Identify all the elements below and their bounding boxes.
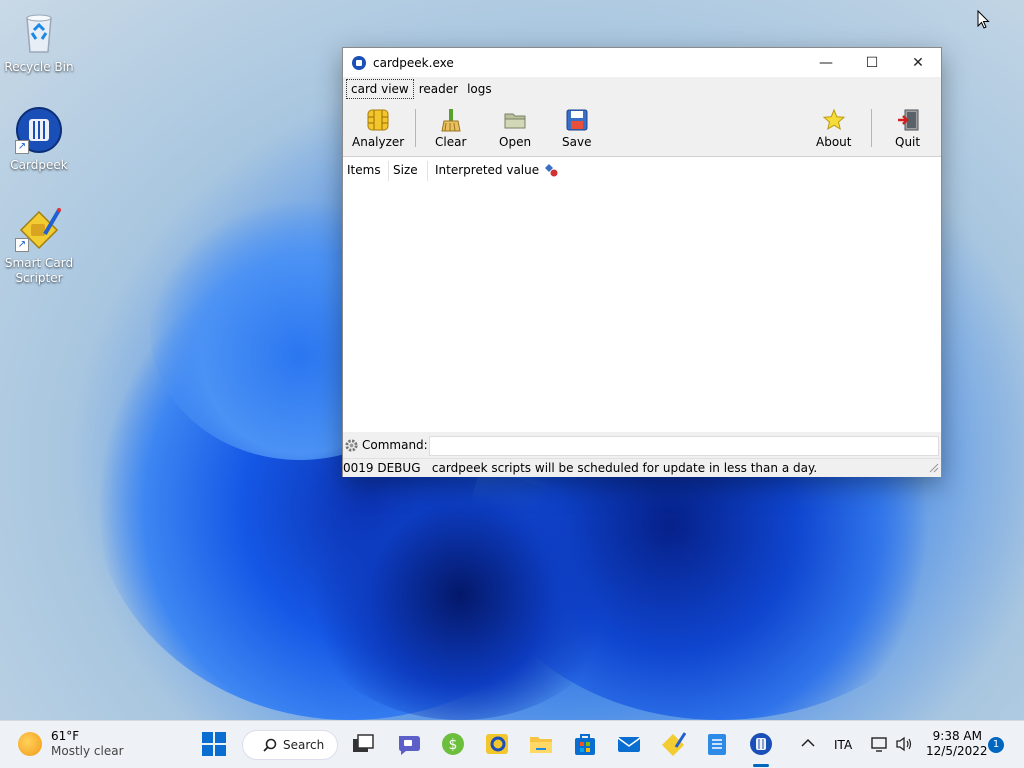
desktop-icon-cardpeek[interactable]: ↗ Cardpeek bbox=[1, 106, 77, 173]
smart-card-scripter-icon: ↗ bbox=[15, 204, 63, 252]
about-label: About bbox=[816, 135, 852, 149]
maximize-button[interactable]: ☐ bbox=[849, 48, 895, 77]
toolbar-separator bbox=[871, 109, 872, 147]
desktop-icon-label: Smart Card Scripter bbox=[4, 256, 74, 285]
chip-icon bbox=[366, 108, 390, 132]
svg-text:$: $ bbox=[449, 737, 458, 753]
column-header-interpreted-value[interactable]: Interpreted value bbox=[435, 163, 539, 177]
start-button[interactable] bbox=[201, 731, 227, 757]
search-icon bbox=[263, 738, 277, 755]
column-header-items[interactable]: Items bbox=[347, 163, 381, 177]
volume-icon[interactable] bbox=[895, 736, 913, 755]
star-icon bbox=[822, 108, 846, 132]
app-icon bbox=[352, 55, 366, 70]
network-icon[interactable] bbox=[871, 736, 889, 755]
floppy-disk-icon bbox=[565, 108, 589, 132]
clock[interactable]: 9:38 AM 12/5/2022 bbox=[926, 729, 988, 759]
open-button[interactable]: Open bbox=[499, 108, 531, 149]
mail-icon[interactable] bbox=[616, 731, 642, 757]
wallpaper-bloom bbox=[300, 470, 620, 720]
column-header-size[interactable]: Size bbox=[393, 163, 418, 177]
quit-button[interactable]: Quit bbox=[895, 108, 920, 149]
desktop-icon-label: Cardpeek bbox=[10, 158, 68, 172]
open-label: Open bbox=[499, 135, 532, 149]
gear-icon bbox=[344, 438, 359, 456]
toolbar: Analyzer Clear Open Save About Quit bbox=[343, 101, 941, 155]
command-label: Command: bbox=[362, 438, 428, 452]
taskbar: 61°F Mostly clear Search $ ITA 9:38 AM 1… bbox=[0, 720, 1024, 768]
save-label: Save bbox=[562, 135, 592, 149]
desktop-icon-smart-card-scripter[interactable]: ↗ Smart Card Scripter bbox=[1, 204, 77, 286]
status-message: 0019 DEBUG cardpeek scripts will be sche… bbox=[343, 461, 818, 475]
weather-condition: Mostly clear bbox=[51, 744, 124, 758]
column-settings-icon[interactable] bbox=[543, 162, 559, 181]
weather-moon-icon bbox=[18, 732, 42, 756]
weather-temperature: 61°F bbox=[51, 729, 80, 743]
file-explorer-icon[interactable] bbox=[528, 731, 554, 757]
active-app-indicator bbox=[753, 764, 769, 767]
close-button[interactable]: ✕ bbox=[895, 48, 941, 77]
clock-date: 12/5/2022 bbox=[926, 744, 988, 758]
weather-widget[interactable]: 61°F Mostly clear bbox=[18, 729, 124, 759]
window-title: cardpeek.exe bbox=[373, 55, 454, 70]
minimize-button[interactable]: — bbox=[803, 48, 849, 77]
search-label: Search bbox=[283, 738, 325, 752]
quit-label: Quit bbox=[895, 135, 921, 149]
shortcut-arrow-icon: ↗ bbox=[15, 238, 29, 252]
clear-label: Clear bbox=[435, 135, 467, 149]
recycle-bin-icon bbox=[15, 8, 63, 56]
cardpeek-icon: ↗ bbox=[15, 106, 63, 154]
broom-icon bbox=[439, 108, 463, 132]
desktop-icon-recycle-bin[interactable]: Recycle Bin bbox=[1, 8, 77, 75]
smart-card-scripter-taskbar-icon[interactable] bbox=[660, 731, 687, 757]
toolbar-separator bbox=[415, 109, 416, 147]
exit-door-icon bbox=[896, 108, 920, 132]
task-view-icon[interactable] bbox=[350, 731, 376, 757]
save-button[interactable]: Save bbox=[562, 108, 591, 149]
notepad-icon[interactable] bbox=[704, 731, 730, 757]
about-button[interactable]: About bbox=[816, 108, 851, 149]
analyzer-label: Analyzer bbox=[352, 135, 405, 149]
chat-icon[interactable] bbox=[396, 731, 422, 757]
mouse-cursor-icon bbox=[977, 9, 991, 34]
column-headers: Items Size Interpreted value bbox=[343, 157, 941, 183]
resize-grip-icon[interactable] bbox=[927, 461, 939, 476]
tab-logs[interactable]: logs bbox=[463, 80, 496, 98]
status-bar: 0019 DEBUG cardpeek scripts will be sche… bbox=[343, 458, 941, 477]
notification-badge[interactable]: 1 bbox=[988, 737, 1004, 753]
money-app-icon[interactable]: $ bbox=[440, 731, 466, 757]
cardpeek-taskbar-icon[interactable] bbox=[748, 731, 774, 757]
title-bar[interactable]: cardpeek.exe — ☐ ✕ bbox=[343, 48, 941, 77]
command-row: Command: bbox=[343, 434, 941, 458]
command-input[interactable] bbox=[429, 436, 939, 456]
input-language-indicator[interactable]: ITA bbox=[834, 738, 852, 752]
card-reader-app-icon[interactable] bbox=[484, 731, 510, 757]
folder-icon bbox=[503, 108, 527, 132]
store-icon[interactable] bbox=[572, 731, 598, 757]
cardpeek-window: cardpeek.exe — ☐ ✕ card view reader logs… bbox=[342, 47, 942, 477]
tab-bar: card view reader logs bbox=[343, 77, 941, 101]
windows-logo-icon bbox=[202, 732, 226, 756]
card-view-tree[interactable]: Items Size Interpreted value bbox=[343, 156, 941, 432]
desktop-icon-label: Recycle Bin bbox=[4, 60, 74, 74]
show-hidden-icons-chevron-icon[interactable] bbox=[801, 737, 815, 751]
analyzer-button[interactable]: Analyzer bbox=[352, 108, 404, 149]
shortcut-arrow-icon: ↗ bbox=[15, 140, 29, 154]
taskbar-search[interactable]: Search bbox=[242, 730, 338, 760]
column-separator bbox=[388, 161, 389, 181]
column-separator bbox=[427, 161, 428, 181]
tab-reader[interactable]: reader bbox=[415, 80, 462, 98]
tab-card-view[interactable]: card view bbox=[346, 79, 414, 99]
clear-button[interactable]: Clear bbox=[435, 108, 466, 149]
clock-time: 9:38 AM bbox=[932, 729, 982, 743]
